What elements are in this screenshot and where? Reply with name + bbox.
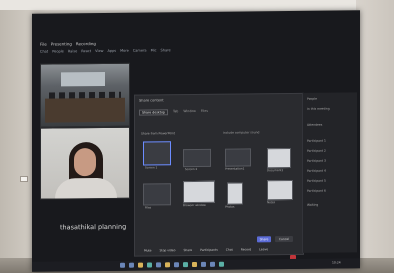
panel-item[interactable]: Participant 4 — [307, 169, 326, 173]
word-icon[interactable] — [174, 262, 179, 268]
file-explorer-icon[interactable] — [138, 262, 143, 268]
chat-button[interactable]: Chat — [226, 248, 233, 255]
tab-share-desktop[interactable]: Share desktop — [139, 109, 168, 116]
participant-face — [74, 148, 96, 177]
include-sound-option[interactable]: Include computer sound — [223, 130, 259, 134]
menu-bar: File Presenting Recording — [40, 41, 96, 47]
photo-background: File Presenting Recording Chat People Ra… — [0, 0, 394, 273]
meeting-toolbar: Chat People Raise React View Apps More C… — [40, 46, 340, 55]
share-button[interactable]: Share — [257, 236, 271, 243]
video-tile-room[interactable] — [40, 62, 130, 128]
tab-window[interactable]: Window — [183, 109, 196, 115]
settings-icon[interactable] — [219, 261, 224, 267]
store-icon[interactable] — [210, 261, 215, 267]
start-icon[interactable] — [120, 262, 125, 268]
excel-icon[interactable] — [192, 261, 197, 268]
share-content-dialog: Share content Share desktop Tab Window F… — [134, 92, 304, 257]
video-tile-participant[interactable] — [40, 126, 130, 200]
tab-files[interactable]: Files — [201, 109, 208, 115]
thumbnail-screen-1[interactable] — [143, 141, 171, 166]
panel-item[interactable]: Participant 1 — [307, 139, 326, 143]
panel-item[interactable]: Participant 6 — [307, 189, 326, 193]
thumbnail-label: Photos — [225, 204, 235, 209]
menu-item[interactable]: Presenting — [51, 41, 72, 46]
toolbar-apps-button[interactable]: Apps — [107, 49, 116, 55]
thumbnail-files[interactable] — [143, 183, 171, 206]
search-icon[interactable] — [129, 262, 134, 268]
thumbnail-label: Screen 1 — [145, 165, 158, 170]
toolbar-chat-button[interactable]: Chat — [40, 50, 48, 56]
thumbnail-browser[interactable] — [183, 180, 215, 204]
meeting-app-icon[interactable] — [165, 262, 170, 268]
thumbnail-label: Notes — [267, 200, 276, 205]
panel-item[interactable]: Participant 5 — [307, 179, 326, 183]
thumbnail-label: Document1 — [267, 168, 284, 173]
leave-button[interactable]: Leave — [259, 247, 268, 254]
browser-icon[interactable] — [147, 262, 152, 268]
thumbnail-document[interactable] — [267, 148, 291, 169]
cancel-button[interactable]: Cancel — [275, 235, 293, 243]
panel-item[interactable]: In this meeting — [307, 107, 330, 111]
participant-shoulders — [55, 177, 117, 200]
thumbnail-notes[interactable] — [267, 179, 293, 201]
thumbnail-label: Presentation1 — [225, 166, 245, 171]
section-label: Share from PowerPoint — [141, 131, 176, 136]
thumbnail-label: Screen 2 — [185, 166, 198, 172]
toolbar-camera-button[interactable]: Camera — [133, 49, 147, 55]
participants-button[interactable]: Participants — [200, 248, 218, 255]
record-button[interactable]: Record — [241, 247, 251, 254]
projector-screen: File Presenting Recording Chat People Ra… — [32, 10, 360, 272]
dialog-title: Share content — [139, 98, 164, 103]
thumbnail-screen-2[interactable] — [183, 148, 211, 168]
panel-item[interactable]: Participant 3 — [307, 159, 326, 163]
taskbar-clock: 10:24 — [332, 260, 341, 265]
stop-video-button[interactable]: Stop video — [160, 248, 176, 255]
menu-item[interactable]: File — [40, 42, 47, 47]
dialog-tabs: Share desktop Tab Window Files — [139, 109, 208, 116]
panel-item[interactable]: Participant 2 — [307, 149, 326, 153]
panel-item[interactable]: Attendees — [307, 123, 322, 127]
ceiling — [0, 0, 394, 10]
toolbar-people-button[interactable]: People — [52, 49, 64, 55]
powerpoint-icon[interactable] — [183, 262, 188, 268]
participants-panel: People In this meeting Attendees Partici… — [302, 92, 357, 253]
thumbnail-label: Browser window — [183, 202, 206, 208]
meeting-caption: thasathikal planning — [60, 222, 127, 232]
mail-icon[interactable] — [156, 262, 161, 268]
toolbar-view-button[interactable]: View — [95, 49, 103, 55]
meeting-controls: Mute Stop video Share Participants Chat … — [144, 246, 344, 255]
panel-item[interactable]: Waiting — [307, 203, 318, 207]
thumbnail-presentation[interactable] — [225, 148, 251, 167]
menu-item[interactable]: Recording — [76, 41, 96, 46]
toolbar-share-button[interactable]: Share — [161, 48, 171, 54]
conference-table — [45, 97, 125, 123]
wall-switch — [20, 176, 28, 182]
wall-right — [356, 0, 394, 273]
toolbar-react-button[interactable]: React — [81, 49, 91, 55]
mute-button[interactable]: Mute — [144, 248, 152, 255]
thumbnail-photos[interactable] — [227, 182, 243, 205]
whiteboard — [61, 71, 105, 87]
chrome-icon[interactable] — [201, 261, 206, 267]
toolbar-more-button[interactable]: More — [120, 49, 129, 55]
share-screen-button[interactable]: Share — [183, 248, 192, 255]
thumbnail-label: Files — [145, 205, 152, 210]
toolbar-mic-button[interactable]: Mic — [151, 48, 157, 54]
toolbar-raise-button[interactable]: Raise — [68, 49, 77, 55]
tab-tab[interactable]: Tab — [173, 109, 178, 115]
panel-item[interactable]: People — [307, 97, 317, 101]
